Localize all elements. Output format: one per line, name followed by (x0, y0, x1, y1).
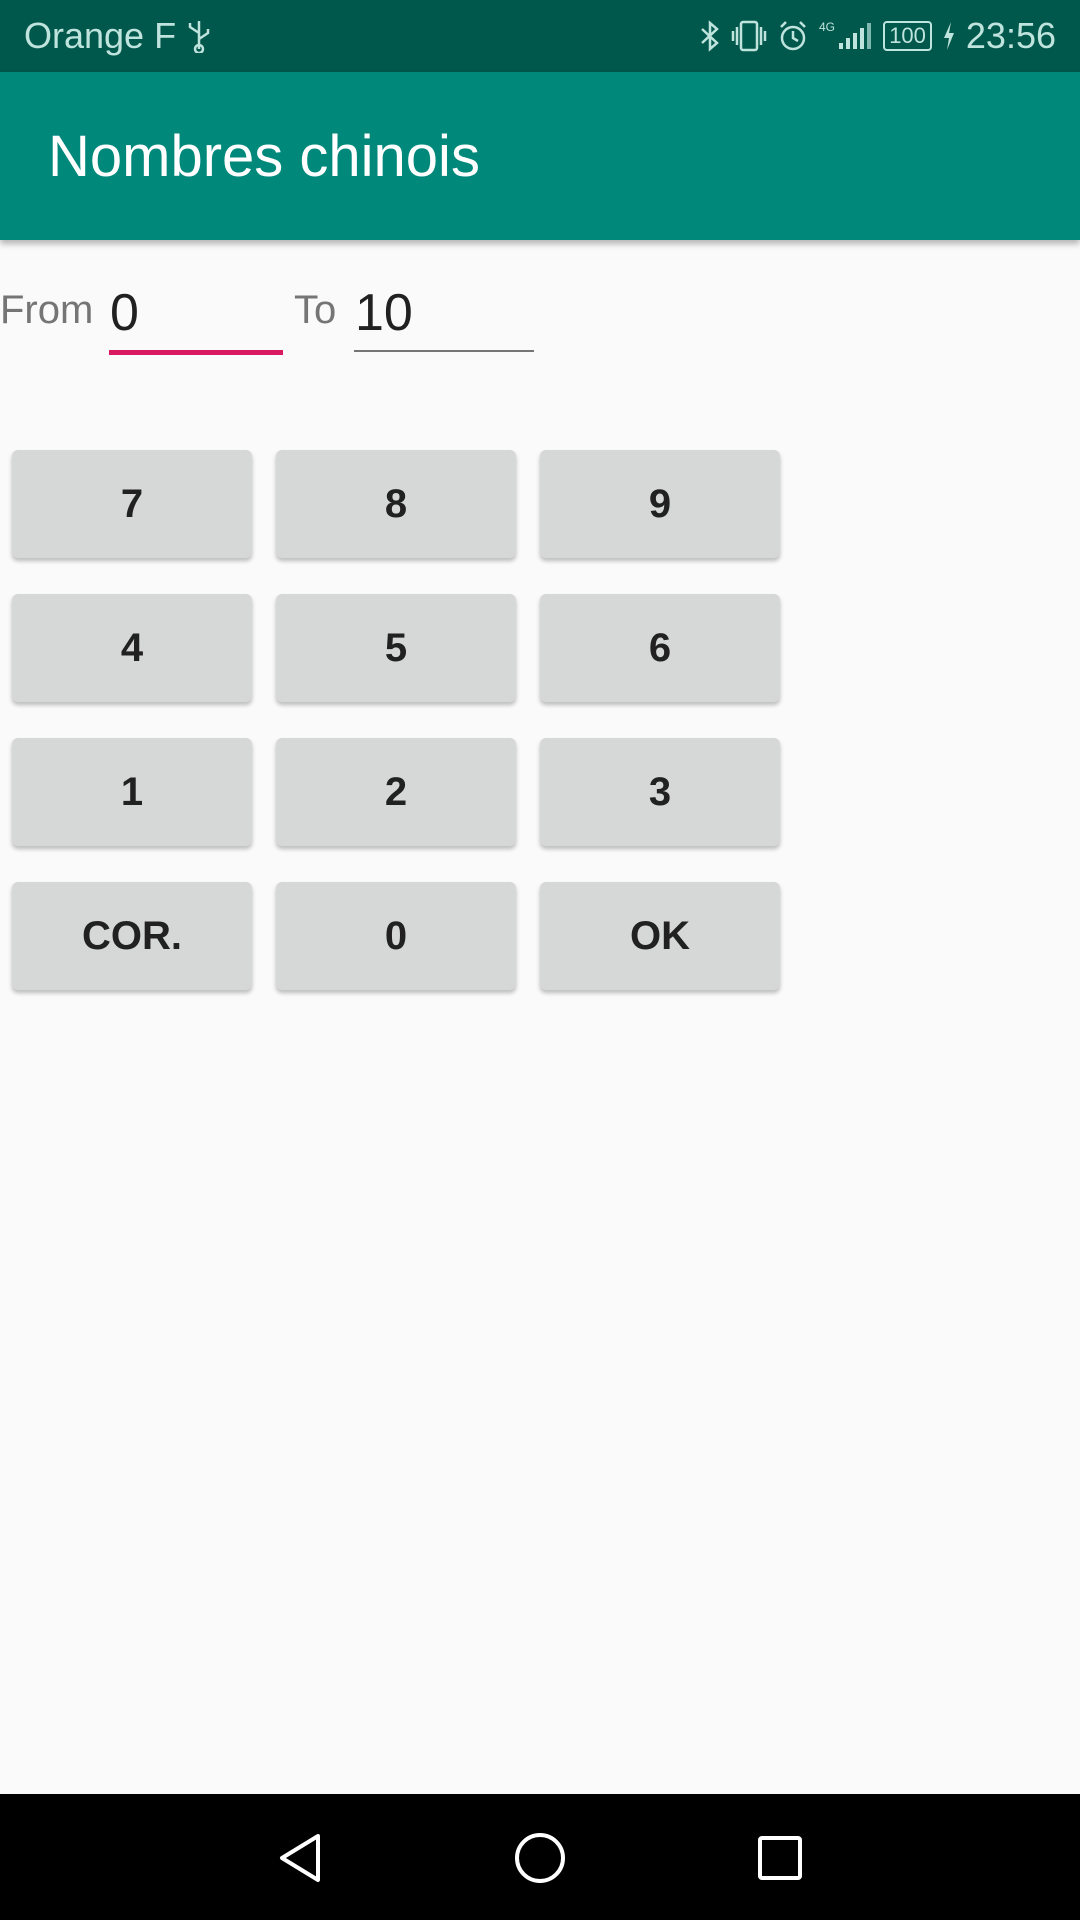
from-input-underline (109, 350, 283, 355)
status-left: Orange F (24, 15, 212, 57)
key-7[interactable]: 7 (12, 450, 252, 558)
home-icon[interactable] (504, 1822, 576, 1894)
signal-icon: 4G (819, 19, 873, 53)
key-0[interactable]: 0 (276, 882, 516, 990)
status-right: 4G 100 23:56 (699, 15, 1056, 57)
charging-icon (942, 21, 956, 51)
from-label: From (0, 288, 94, 332)
app-title: Nombres chinois (48, 123, 480, 189)
back-icon[interactable] (264, 1822, 336, 1894)
recents-icon[interactable] (744, 1822, 816, 1894)
key-1[interactable]: 1 (12, 738, 252, 846)
key-3[interactable]: 3 (540, 738, 780, 846)
usb-icon (186, 19, 212, 53)
carrier-name: Orange F (24, 15, 177, 56)
vibrate-icon (731, 19, 767, 53)
alarm-icon (777, 19, 809, 53)
from-input[interactable] (108, 276, 283, 350)
status-bar: Orange F 4G 100 23:56 (0, 0, 1080, 72)
battery-icon: 100 (883, 21, 932, 51)
to-input[interactable] (353, 276, 534, 350)
bluetooth-icon (699, 19, 721, 53)
ok-button[interactable]: OK (540, 882, 780, 990)
key-4[interactable]: 4 (12, 594, 252, 702)
clock: 23:56 (965, 15, 1056, 56)
network-type: 4G (819, 20, 835, 34)
navigation-bar (0, 1794, 1080, 1920)
correct-button[interactable]: COR. (12, 882, 252, 990)
to-label: To (294, 288, 337, 332)
range-row: From To (0, 276, 1080, 356)
to-input-underline (354, 350, 534, 352)
key-5[interactable]: 5 (276, 594, 516, 702)
key-2[interactable]: 2 (276, 738, 516, 846)
key-8[interactable]: 8 (276, 450, 516, 558)
key-6[interactable]: 6 (540, 594, 780, 702)
app-bar: Nombres chinois (0, 72, 1080, 240)
battery-level: 100 (889, 23, 926, 48)
key-9[interactable]: 9 (540, 450, 780, 558)
